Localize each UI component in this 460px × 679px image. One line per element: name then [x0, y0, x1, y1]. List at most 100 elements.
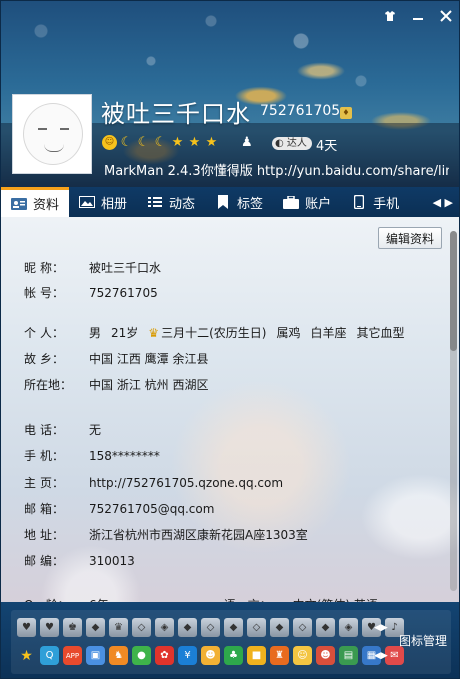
- tab-profile[interactable]: 资料: [1, 187, 70, 217]
- talent-days: 4天: [316, 139, 338, 154]
- wallet-icon: [283, 195, 300, 209]
- tab-label: 标签: [237, 196, 264, 212]
- profile-qq-number: 752761705: [260, 103, 341, 119]
- ghost-icon[interactable]: ♟: [241, 135, 253, 150]
- icon-row-2-arrows[interactable]: ◀▶: [374, 651, 388, 661]
- info-label: 电话：: [24, 423, 64, 437]
- profile-signature[interactable]: MarkMan 2.4.3你懂得版 http://yun.baidu.com/s…: [104, 160, 449, 179]
- info-row-hometown: 故乡： 中国 江西 鹰潭 余江县: [24, 350, 208, 367]
- star-icon[interactable]: ★: [17, 646, 36, 665]
- info-label: 个人：: [24, 326, 64, 340]
- diamond-icon[interactable]: ◇: [293, 618, 312, 637]
- game-icon[interactable]: ♞: [109, 646, 128, 665]
- minimize-icon[interactable]: [411, 9, 425, 23]
- info-label: 邮编：: [24, 554, 64, 568]
- diamond-icon[interactable]: ◈: [339, 618, 358, 637]
- diamond-icon[interactable]: ◆: [316, 618, 335, 637]
- qq-level-icons[interactable]: ☺ ☾ ☾ ☾ ★ ★ ★: [102, 135, 219, 150]
- info-value-zipcode: 310013: [89, 553, 135, 568]
- diamond-icon[interactable]: ◆: [178, 618, 197, 637]
- diamond-icon[interactable]: ◈: [155, 618, 174, 637]
- icon-row-1-arrows[interactable]: ◀▶: [374, 623, 388, 633]
- tab-mobile[interactable]: 手机: [341, 187, 409, 217]
- pay-icon[interactable]: ¥: [178, 646, 197, 665]
- icon-management-button[interactable]: 图标管理: [399, 632, 447, 649]
- info-row-phone: 电话： 无: [24, 421, 101, 438]
- info-row-email: 邮箱： 752761705@qq.com: [24, 500, 214, 517]
- moon-icon: ☾: [137, 135, 150, 150]
- info-value-email[interactable]: 752761705@qq.com: [89, 500, 214, 517]
- game-icon[interactable]: ♜: [270, 646, 289, 665]
- info-row-mobile: 手机： 158********: [24, 447, 160, 464]
- profile-nickname: 被吐三千口水: [101, 100, 251, 128]
- edit-profile-button[interactable]: 编辑资料: [378, 227, 442, 249]
- info-label: 地址：: [24, 528, 64, 542]
- clover-icon[interactable]: ♣: [224, 646, 243, 665]
- app-icon[interactable]: APP: [63, 646, 82, 665]
- tab-album[interactable]: 相册: [69, 187, 137, 217]
- tab-feed[interactable]: 动态: [137, 187, 205, 217]
- chevron-left-icon[interactable]: ◀: [433, 196, 441, 209]
- star-icon: ★: [205, 135, 218, 150]
- heart-icon[interactable]: ♥: [40, 618, 59, 637]
- tab-scroll-arrows[interactable]: ◀ ▶: [425, 196, 459, 209]
- heart-icon[interactable]: ♥: [17, 618, 36, 637]
- info-value-homepage[interactable]: http://752761705.qzone.qq.com: [89, 474, 283, 491]
- info-value-nickname: 被吐三千口水: [89, 261, 162, 275]
- tab-account[interactable]: 账户: [273, 187, 341, 217]
- star-icon: ★: [188, 135, 201, 150]
- info-row-homepage: 主页： http://752761705.qzone.qq.com: [24, 474, 283, 491]
- avatar-eye: [60, 128, 69, 130]
- user-icon[interactable]: ☻: [316, 646, 335, 665]
- gift-icon[interactable]: ■: [247, 646, 266, 665]
- vertical-scrollbar[interactable]: [450, 231, 457, 591]
- tab-label: 资料: [33, 198, 60, 213]
- info-label: 主页：: [24, 476, 64, 490]
- info-value-phone: 无: [89, 423, 102, 437]
- info-row-account: 帐号： 752761705: [24, 284, 158, 301]
- diamond-icon[interactable]: ◇: [201, 618, 220, 637]
- pet-icon[interactable]: ☻: [201, 646, 220, 665]
- talent-badge[interactable]: ◐ 达人: [272, 137, 312, 150]
- info-birthday: 三月十二(农历生日): [161, 326, 267, 340]
- vip-icon[interactable]: ♦: [340, 107, 352, 119]
- info-row-zipcode: 邮编： 310013: [24, 552, 135, 569]
- vip-crown-icon[interactable]: ♚: [63, 618, 82, 637]
- diamond-icon[interactable]: ◆: [86, 618, 105, 637]
- feed-list-icon: [147, 195, 163, 209]
- badge-icon[interactable]: ▤: [339, 646, 358, 665]
- photo-icon[interactable]: ▣: [86, 646, 105, 665]
- info-label: 手机：: [24, 449, 64, 463]
- bottom-icon-bar: ♥ ♥ ♚ ◆ ♛ ◇ ◈ ◆ ◇ ◆ ◇ ◆ ◇ ◆ ◈ ♥ ♪ ◀▶ ★ Q…: [1, 602, 459, 678]
- moon-icon: ☾: [154, 135, 167, 150]
- info-value-personal: 男 21岁 ♛ 三月十二(农历生日) 属鸡 白羊座 其它血型: [89, 324, 404, 341]
- pet-icon[interactable]: ☺: [293, 646, 312, 665]
- scrollbar-thumb[interactable]: [450, 231, 457, 351]
- info-label: 昵称：: [24, 261, 64, 275]
- icon-row-1: ♥ ♥ ♚ ◆ ♛ ◇ ◈ ◆ ◇ ◆ ◇ ◆ ◇ ◆ ◈ ♥ ♪: [17, 618, 404, 637]
- tab-label: 账户: [305, 196, 332, 212]
- sun-icon: ☺: [102, 135, 117, 150]
- avatar[interactable]: [12, 94, 92, 174]
- info-blood-type: 其它血型: [356, 326, 405, 340]
- tab-label: 手机: [373, 196, 400, 212]
- tab-tags[interactable]: 标签: [205, 187, 273, 217]
- info-value-mobile: 158********: [89, 448, 160, 463]
- skin-icon[interactable]: [383, 9, 397, 23]
- diamond-icon[interactable]: ◇: [132, 618, 151, 637]
- star-icon: ★: [171, 135, 184, 150]
- info-constellation: 白羊座: [310, 326, 347, 340]
- close-icon[interactable]: [439, 9, 453, 23]
- profile-header: 被吐三千口水 752761705 ♦ ☺ ☾ ☾ ☾ ★ ★ ★ ♟ ◐ 达人 …: [1, 1, 459, 187]
- crown-icon: ♛: [148, 325, 160, 340]
- chevron-right-icon[interactable]: ▶: [445, 196, 453, 209]
- diamond-icon[interactable]: ◆: [270, 618, 289, 637]
- qzone-icon[interactable]: Q: [40, 646, 59, 665]
- diamond-icon[interactable]: ◇: [247, 618, 266, 637]
- diamond-icon[interactable]: ♛: [109, 618, 128, 637]
- diamond-icon[interactable]: ◆: [224, 618, 243, 637]
- chat-icon[interactable]: ●: [132, 646, 151, 665]
- info-value-address: 浙江省杭州市西湖区康新花园A座1303室: [89, 528, 308, 542]
- info-label: 邮箱：: [24, 502, 64, 516]
- wechat-icon[interactable]: ✿: [155, 646, 174, 665]
